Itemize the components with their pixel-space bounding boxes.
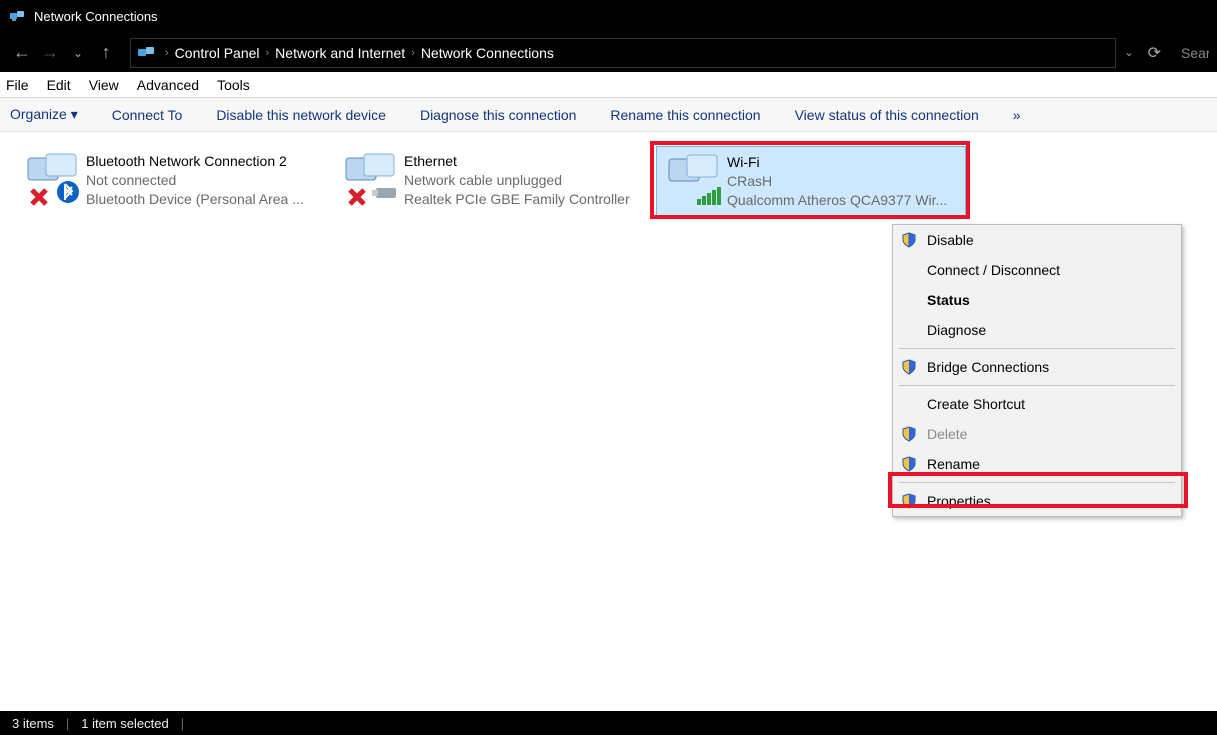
menu-advanced[interactable]: Advanced — [137, 77, 199, 93]
ctx-status[interactable]: Status — [893, 285, 1181, 315]
command-bar: Organize ▾ Connect To Disable this netwo… — [0, 98, 1217, 132]
ctx-label: Diagnose — [927, 322, 986, 338]
ctx-connect-disconnect[interactable]: Connect / Disconnect — [893, 255, 1181, 285]
chevron-right-icon: › — [405, 47, 421, 59]
ctx-label: Connect / Disconnect — [927, 262, 1060, 278]
ctx-bridge[interactable]: Bridge Connections — [893, 352, 1181, 382]
chevron-right-icon: › — [260, 47, 276, 59]
cmd-connect-to[interactable]: Connect To — [112, 107, 183, 123]
ctx-label: Disable — [927, 232, 974, 248]
ctx-label: Bridge Connections — [927, 359, 1049, 375]
ctx-properties[interactable]: Properties — [893, 486, 1181, 516]
app-icon — [8, 7, 26, 25]
ctx-disable[interactable]: Disable — [893, 225, 1181, 255]
content-area: Bluetooth Network Connection 2 Not conne… — [0, 132, 1217, 711]
nav-bar: ← → ⌄ ↑ › Control Panel › Network and In… — [0, 32, 1217, 72]
menu-tools[interactable]: Tools — [217, 77, 250, 93]
connection-name: Bluetooth Network Connection 2 — [86, 152, 304, 171]
ctx-rename[interactable]: Rename — [893, 449, 1181, 479]
shield-icon — [901, 232, 917, 248]
connection-name: Ethernet — [404, 152, 630, 171]
menu-bar: File Edit View Advanced Tools — [0, 72, 1217, 98]
status-divider: | — [181, 716, 184, 731]
connection-wifi[interactable]: Wi-Fi CRasH Qualcomm Atheros QCA9377 Wir… — [656, 146, 966, 216]
up-button[interactable]: ↑ — [92, 39, 120, 67]
status-selected-count: 1 item selected — [81, 716, 168, 731]
cmd-view-status[interactable]: View status of this connection — [795, 107, 979, 123]
cmd-disable-device[interactable]: Disable this network device — [216, 107, 386, 123]
shield-icon — [901, 359, 917, 375]
forward-button[interactable]: → — [36, 39, 64, 67]
ethernet-icon — [342, 152, 398, 208]
connection-bluetooth[interactable]: Bluetooth Network Connection 2 Not conne… — [16, 146, 326, 216]
breadcrumb-network-internet[interactable]: Network and Internet — [275, 45, 405, 61]
bluetooth-icon — [24, 152, 80, 208]
back-button[interactable]: ← — [8, 39, 36, 67]
connection-ethernet[interactable]: Ethernet Network cable unplugged Realtek… — [334, 146, 644, 216]
ctx-label: Delete — [927, 426, 967, 442]
menu-edit[interactable]: Edit — [47, 77, 71, 93]
cmd-overflow[interactable]: » — [1013, 107, 1021, 123]
ctx-create-shortcut[interactable]: Create Shortcut — [893, 389, 1181, 419]
title-bar: Network Connections — [0, 0, 1217, 32]
shield-icon — [901, 456, 917, 472]
connection-status: Not connected — [86, 171, 304, 190]
wifi-icon — [665, 153, 721, 209]
breadcrumb-control-panel[interactable]: Control Panel — [175, 45, 260, 61]
connection-status: CRasH — [727, 172, 947, 191]
ctx-delete: Delete — [893, 419, 1181, 449]
ctx-diagnose[interactable]: Diagnose — [893, 315, 1181, 345]
menu-file[interactable]: File — [6, 77, 29, 93]
context-menu: Disable Connect / Disconnect Status Diag… — [892, 224, 1182, 517]
shield-icon — [901, 426, 917, 442]
connection-status: Network cable unplugged — [404, 171, 630, 190]
connection-device: Qualcomm Atheros QCA9377 Wir... — [727, 191, 947, 210]
status-divider: | — [66, 716, 69, 731]
ctx-label: Status — [927, 292, 970, 308]
search-input[interactable]: Sear — [1175, 45, 1209, 61]
cmd-diagnose[interactable]: Diagnose this connection — [420, 107, 576, 123]
refresh-button[interactable]: ⟳ — [1148, 43, 1161, 63]
menu-view[interactable]: View — [89, 77, 119, 93]
connection-name: Wi-Fi — [727, 153, 947, 172]
shield-icon — [901, 493, 917, 509]
status-bar: 3 items | 1 item selected | — [0, 711, 1217, 735]
cmd-organize[interactable]: Organize ▾ — [10, 106, 78, 123]
address-bar[interactable]: › Control Panel › Network and Internet ›… — [130, 38, 1116, 68]
ctx-label: Rename — [927, 456, 980, 472]
window-title: Network Connections — [34, 9, 158, 24]
ctx-label: Properties — [927, 493, 991, 509]
connection-device: Bluetooth Device (Personal Area ... — [86, 190, 304, 209]
ctx-label: Create Shortcut — [927, 396, 1025, 412]
address-dropdown-icon[interactable]: ⌄ — [1124, 46, 1133, 59]
breadcrumb-network-connections[interactable]: Network Connections — [421, 45, 554, 61]
connection-device: Realtek PCIe GBE Family Controller — [404, 190, 630, 209]
status-item-count: 3 items — [12, 716, 54, 731]
chevron-right-icon: › — [159, 47, 175, 59]
address-icon — [137, 44, 155, 62]
cmd-rename[interactable]: Rename this connection — [610, 107, 760, 123]
recent-dropdown[interactable]: ⌄ — [64, 39, 92, 67]
